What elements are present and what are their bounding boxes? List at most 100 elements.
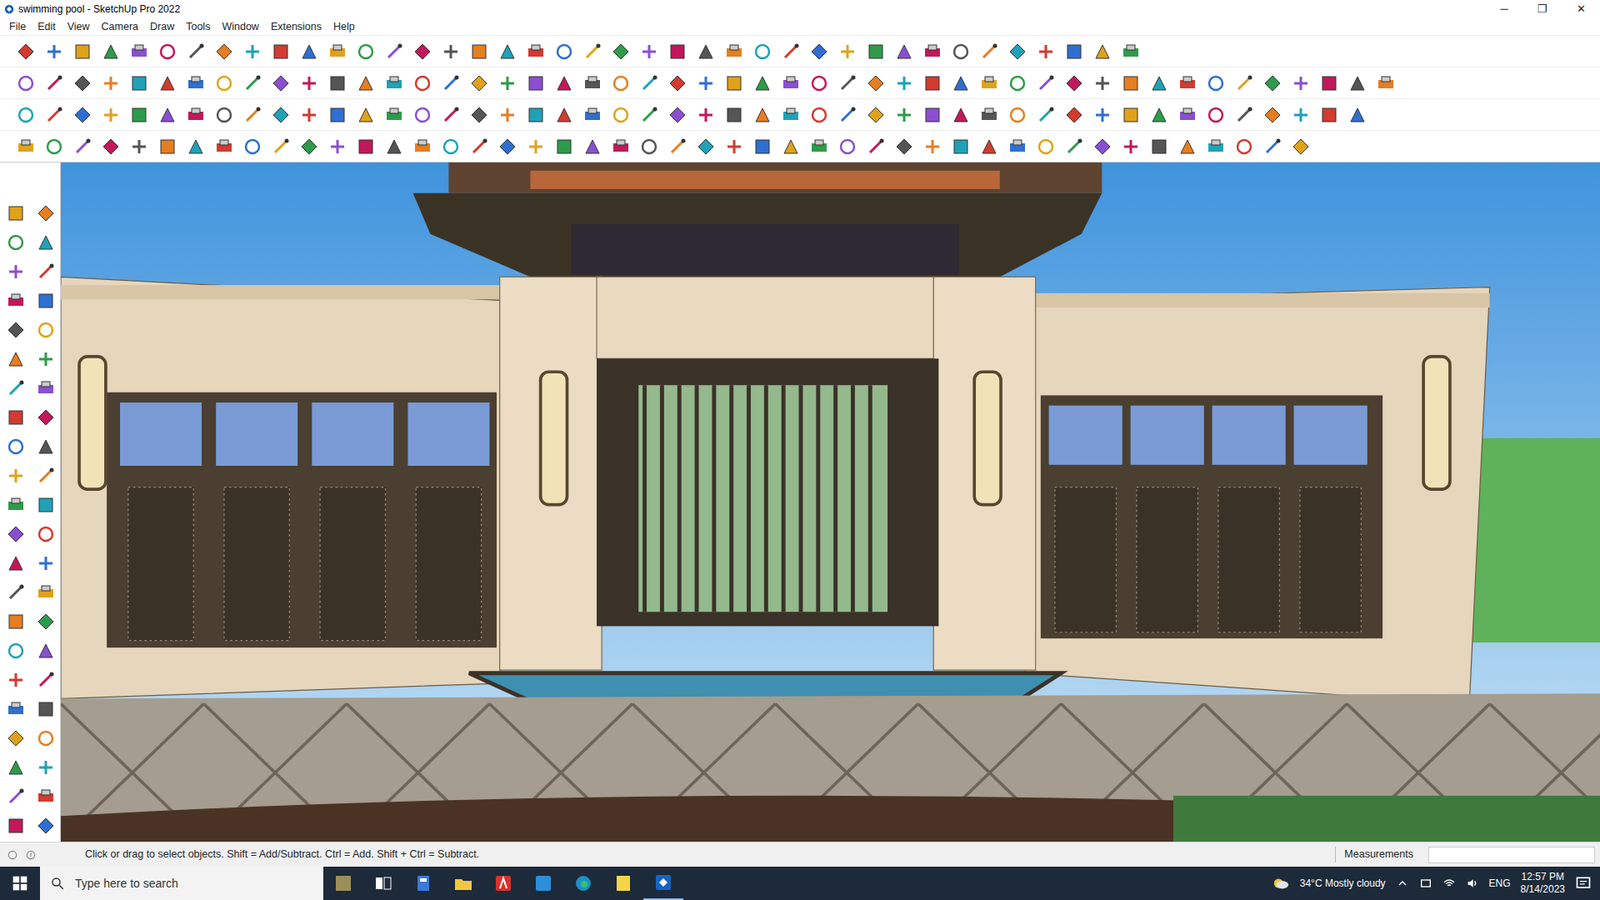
tool-button[interactable] — [1258, 132, 1287, 161]
palette-tool-button[interactable] — [1, 607, 30, 636]
tool-button[interactable] — [1003, 69, 1032, 98]
tool-button[interactable] — [266, 69, 295, 98]
tool-button[interactable] — [521, 69, 550, 98]
palette-tool-button[interactable] — [1, 199, 30, 228]
tool-button[interactable] — [663, 69, 692, 98]
tool-button[interactable] — [96, 100, 125, 130]
tool-button[interactable] — [238, 132, 267, 161]
tool-button[interactable] — [606, 37, 635, 66]
input-language[interactable]: ENG — [1489, 875, 1511, 891]
tool-button[interactable] — [125, 37, 154, 66]
tool-button[interactable] — [68, 132, 97, 161]
taskbar-app[interactable] — [563, 866, 604, 900]
tool-button[interactable] — [946, 132, 975, 161]
tool-button[interactable] — [1003, 100, 1032, 130]
menu-item[interactable]: File — [3, 18, 32, 36]
tool-button[interactable] — [720, 132, 749, 161]
tool-button[interactable] — [351, 37, 380, 66]
tool-button[interactable] — [125, 69, 154, 98]
tool-button[interactable] — [1371, 69, 1400, 98]
tool-button[interactable] — [11, 132, 40, 161]
tool-button[interactable] — [635, 69, 664, 98]
tool-button[interactable] — [96, 69, 125, 98]
tool-button[interactable] — [578, 37, 607, 66]
tool-button[interactable] — [691, 100, 720, 130]
tool-button[interactable] — [975, 37, 1004, 66]
tool-button[interactable] — [918, 100, 947, 130]
tool-button[interactable] — [323, 37, 352, 66]
palette-tool-button[interactable] — [31, 432, 60, 461]
taskbar-app[interactable] — [483, 866, 524, 900]
tool-button[interactable] — [1088, 69, 1117, 98]
tool-button[interactable] — [266, 132, 295, 161]
taskbar-search[interactable] — [40, 866, 324, 900]
palette-tool-button[interactable] — [1, 286, 30, 315]
tool-button[interactable] — [521, 132, 550, 161]
tool-button[interactable] — [40, 132, 69, 161]
geolocation-icon[interactable] — [6, 849, 19, 861]
tool-button[interactable] — [776, 69, 805, 98]
tool-button[interactable] — [493, 69, 522, 98]
tool-button[interactable] — [635, 132, 664, 161]
palette-tool-button[interactable] — [31, 636, 60, 665]
tool-button[interactable] — [805, 100, 834, 130]
palette-tool-button[interactable] — [31, 607, 60, 636]
tool-button[interactable] — [550, 132, 579, 161]
tool-button[interactable] — [833, 132, 862, 161]
tool-button[interactable] — [776, 132, 805, 161]
taskbar-app[interactable] — [603, 866, 644, 900]
measurements-field[interactable] — [1428, 846, 1595, 864]
tool-button[interactable] — [181, 100, 210, 130]
palette-tool-button[interactable] — [31, 695, 60, 724]
tool-button[interactable] — [720, 69, 749, 98]
tool-button[interactable] — [1116, 69, 1145, 98]
tool-button[interactable] — [861, 69, 890, 98]
palette-tool-button[interactable] — [1, 695, 30, 724]
meet-now-icon[interactable] — [1419, 876, 1433, 890]
tool-button[interactable] — [635, 100, 664, 130]
tool-button[interactable] — [1173, 100, 1202, 130]
palette-tool-button[interactable] — [1, 753, 30, 782]
tool-button[interactable] — [918, 132, 947, 161]
show-hidden-icons-icon[interactable] — [1395, 876, 1410, 890]
tool-button[interactable] — [465, 37, 494, 66]
taskbar-app[interactable] — [323, 866, 364, 900]
tool-button[interactable] — [181, 69, 210, 98]
menu-item[interactable]: Tools — [180, 18, 216, 36]
tool-button[interactable] — [1230, 132, 1259, 161]
tool-button[interactable] — [578, 69, 607, 98]
volume-icon[interactable] — [1465, 876, 1480, 890]
menu-item[interactable]: Extensions — [265, 18, 328, 36]
tool-button[interactable] — [691, 132, 720, 161]
tool-button[interactable] — [975, 132, 1004, 161]
palette-tool-button[interactable] — [31, 665, 60, 695]
tool-button[interactable] — [946, 37, 975, 66]
info-icon[interactable] — [25, 849, 37, 861]
tool-button[interactable] — [351, 132, 380, 161]
menu-item[interactable]: View — [61, 18, 96, 36]
tool-button[interactable] — [578, 100, 607, 130]
tool-button[interactable] — [380, 37, 409, 66]
tool-button[interactable] — [1003, 132, 1032, 161]
tool-button[interactable] — [1031, 69, 1060, 98]
tool-button[interactable] — [918, 69, 947, 98]
tool-button[interactable] — [748, 37, 777, 66]
tool-button[interactable] — [635, 37, 664, 66]
tool-button[interactable] — [408, 100, 437, 130]
palette-tool-button[interactable] — [1, 257, 30, 286]
tool-button[interactable] — [351, 100, 380, 130]
tool-button[interactable] — [210, 69, 239, 98]
tool-button[interactable] — [323, 100, 352, 130]
tool-button[interactable] — [1031, 132, 1060, 161]
palette-tool-button[interactable] — [1, 578, 30, 607]
tool-button[interactable] — [238, 100, 267, 130]
tool-button[interactable] — [96, 37, 125, 66]
start-button[interactable] — [0, 866, 40, 900]
tool-button[interactable] — [578, 132, 607, 161]
palette-tool-button[interactable] — [31, 490, 60, 520]
tool-button[interactable] — [805, 37, 834, 66]
tool-button[interactable] — [748, 100, 777, 130]
palette-tool-button[interactable] — [1, 490, 30, 520]
palette-tool-button[interactable] — [31, 724, 60, 753]
tool-button[interactable] — [493, 100, 522, 130]
